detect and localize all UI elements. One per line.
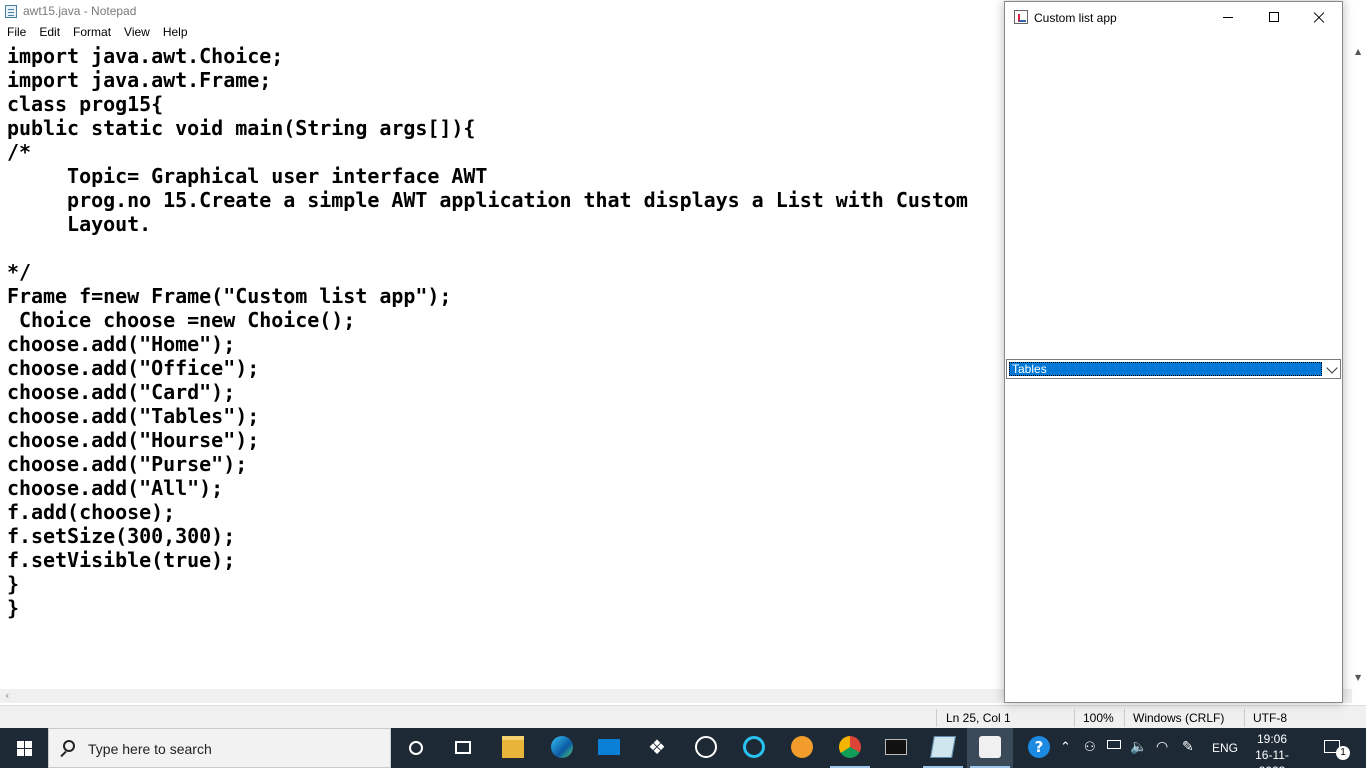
status-separator <box>1244 709 1245 727</box>
taskbar-dropbox[interactable]: ❖ <box>634 728 680 768</box>
clock-date: 16-11-2023 <box>1255 748 1289 778</box>
choice-dropdown[interactable]: Tables <box>1006 359 1341 379</box>
clock[interactable]: 19:06 16-11-2023 <box>1242 731 1302 779</box>
status-separator <box>1074 709 1075 727</box>
awt-window-title: Custom list app <box>1034 11 1117 25</box>
alexa-icon <box>743 736 765 758</box>
status-separator <box>936 709 937 727</box>
awt-frame-window: Custom list app Tables <box>1004 1 1343 703</box>
awt-title-bar[interactable]: Custom list app <box>1005 2 1342 32</box>
edge-icon <box>551 736 573 758</box>
scroll-down-arrow-icon[interactable]: ▼ <box>1355 673 1361 682</box>
scroll-up-arrow-icon[interactable]: ▲ <box>1355 47 1361 56</box>
task-view-button[interactable] <box>440 728 486 768</box>
notepad-app-icon <box>930 736 956 758</box>
pen-icon[interactable]: ✎ <box>1182 738 1194 778</box>
language-indicator[interactable]: ENG <box>1212 741 1238 781</box>
taskbar: Type here to search ❖ ? ⌃ ⚇ 🔈 ◠ ✎ ENG 19… <box>0 728 1366 778</box>
help-icon: ? <box>1028 736 1050 758</box>
vertical-scrollbar[interactable]: ▲ ▼ <box>1352 43 1366 689</box>
task-view-icon <box>455 741 471 754</box>
wifi-icon[interactable]: ◠ <box>1156 738 1168 778</box>
taskbar-help[interactable]: ? <box>1016 728 1062 768</box>
taskbar-command-prompt[interactable] <box>873 728 919 768</box>
search-placeholder: Type here to search <box>88 741 212 757</box>
taskbar-file-explorer[interactable] <box>490 728 536 768</box>
minimize-button[interactable] <box>1205 2 1251 32</box>
brave-icon <box>791 736 813 758</box>
notification-count-badge: 1 <box>1336 746 1350 760</box>
java-icon <box>1014 10 1028 24</box>
taskbar-chrome[interactable] <box>827 728 873 768</box>
taskbar-app-hexagon[interactable] <box>683 728 729 768</box>
maximize-button[interactable] <box>1251 2 1297 32</box>
scroll-left-arrow-icon[interactable]: ‹ <box>5 689 9 702</box>
notepad-icon <box>5 5 17 18</box>
close-button[interactable] <box>1296 2 1342 32</box>
tray-chevron-up-icon[interactable]: ⌃ <box>1060 739 1071 779</box>
java-app-icon <box>979 736 1001 758</box>
volume-icon[interactable]: 🔈 <box>1130 738 1147 778</box>
menu-edit[interactable]: Edit <box>32 23 66 43</box>
taskbar-alexa[interactable] <box>731 728 777 768</box>
menu-help[interactable]: Help <box>156 23 194 43</box>
cortana-circle-icon <box>409 741 423 755</box>
taskbar-notepad[interactable] <box>920 728 966 768</box>
notepad-title: awt15.java - Notepad <box>23 4 137 18</box>
notification-center-button[interactable]: 1 <box>1314 728 1360 768</box>
chevron-down-icon[interactable] <box>1326 362 1338 374</box>
status-separator <box>1124 709 1125 727</box>
menu-view[interactable]: View <box>117 23 156 43</box>
clock-time: 19:06 <box>1256 732 1288 746</box>
code-text[interactable]: import java.awt.Choice; import java.awt.… <box>7 44 968 620</box>
start-button[interactable] <box>0 728 48 768</box>
status-line-ending: Windows (CRLF) <box>1133 711 1225 725</box>
menu-format[interactable]: Format <box>66 23 117 43</box>
status-encoding: UTF-8 <box>1253 711 1287 725</box>
search-icon <box>63 740 75 752</box>
menu-file[interactable]: File <box>0 23 32 43</box>
chrome-icon <box>839 736 861 758</box>
status-position: Ln 25, Col 1 <box>946 711 1011 725</box>
status-zoom: 100% <box>1083 711 1114 725</box>
dropbox-icon: ❖ <box>648 735 666 759</box>
tray-device-icon[interactable]: ⚇ <box>1084 739 1096 779</box>
taskbar-java[interactable] <box>967 728 1013 768</box>
taskbar-edge[interactable] <box>539 728 585 768</box>
taskbar-brave[interactable] <box>779 728 825 768</box>
battery-icon[interactable] <box>1107 740 1121 749</box>
windows-logo-icon <box>17 741 24 748</box>
folder-icon <box>502 736 524 758</box>
taskbar-search-box[interactable]: Type here to search <box>48 728 391 768</box>
choice-selected-value: Tables <box>1009 362 1322 376</box>
mail-icon <box>598 739 620 755</box>
terminal-icon <box>885 739 907 755</box>
hexagon-app-icon <box>695 736 717 758</box>
status-bar: Ln 25, Col 1 100% Windows (CRLF) UTF-8 <box>0 705 1366 729</box>
taskbar-mail[interactable] <box>586 728 632 768</box>
cortana-button[interactable] <box>393 728 439 768</box>
